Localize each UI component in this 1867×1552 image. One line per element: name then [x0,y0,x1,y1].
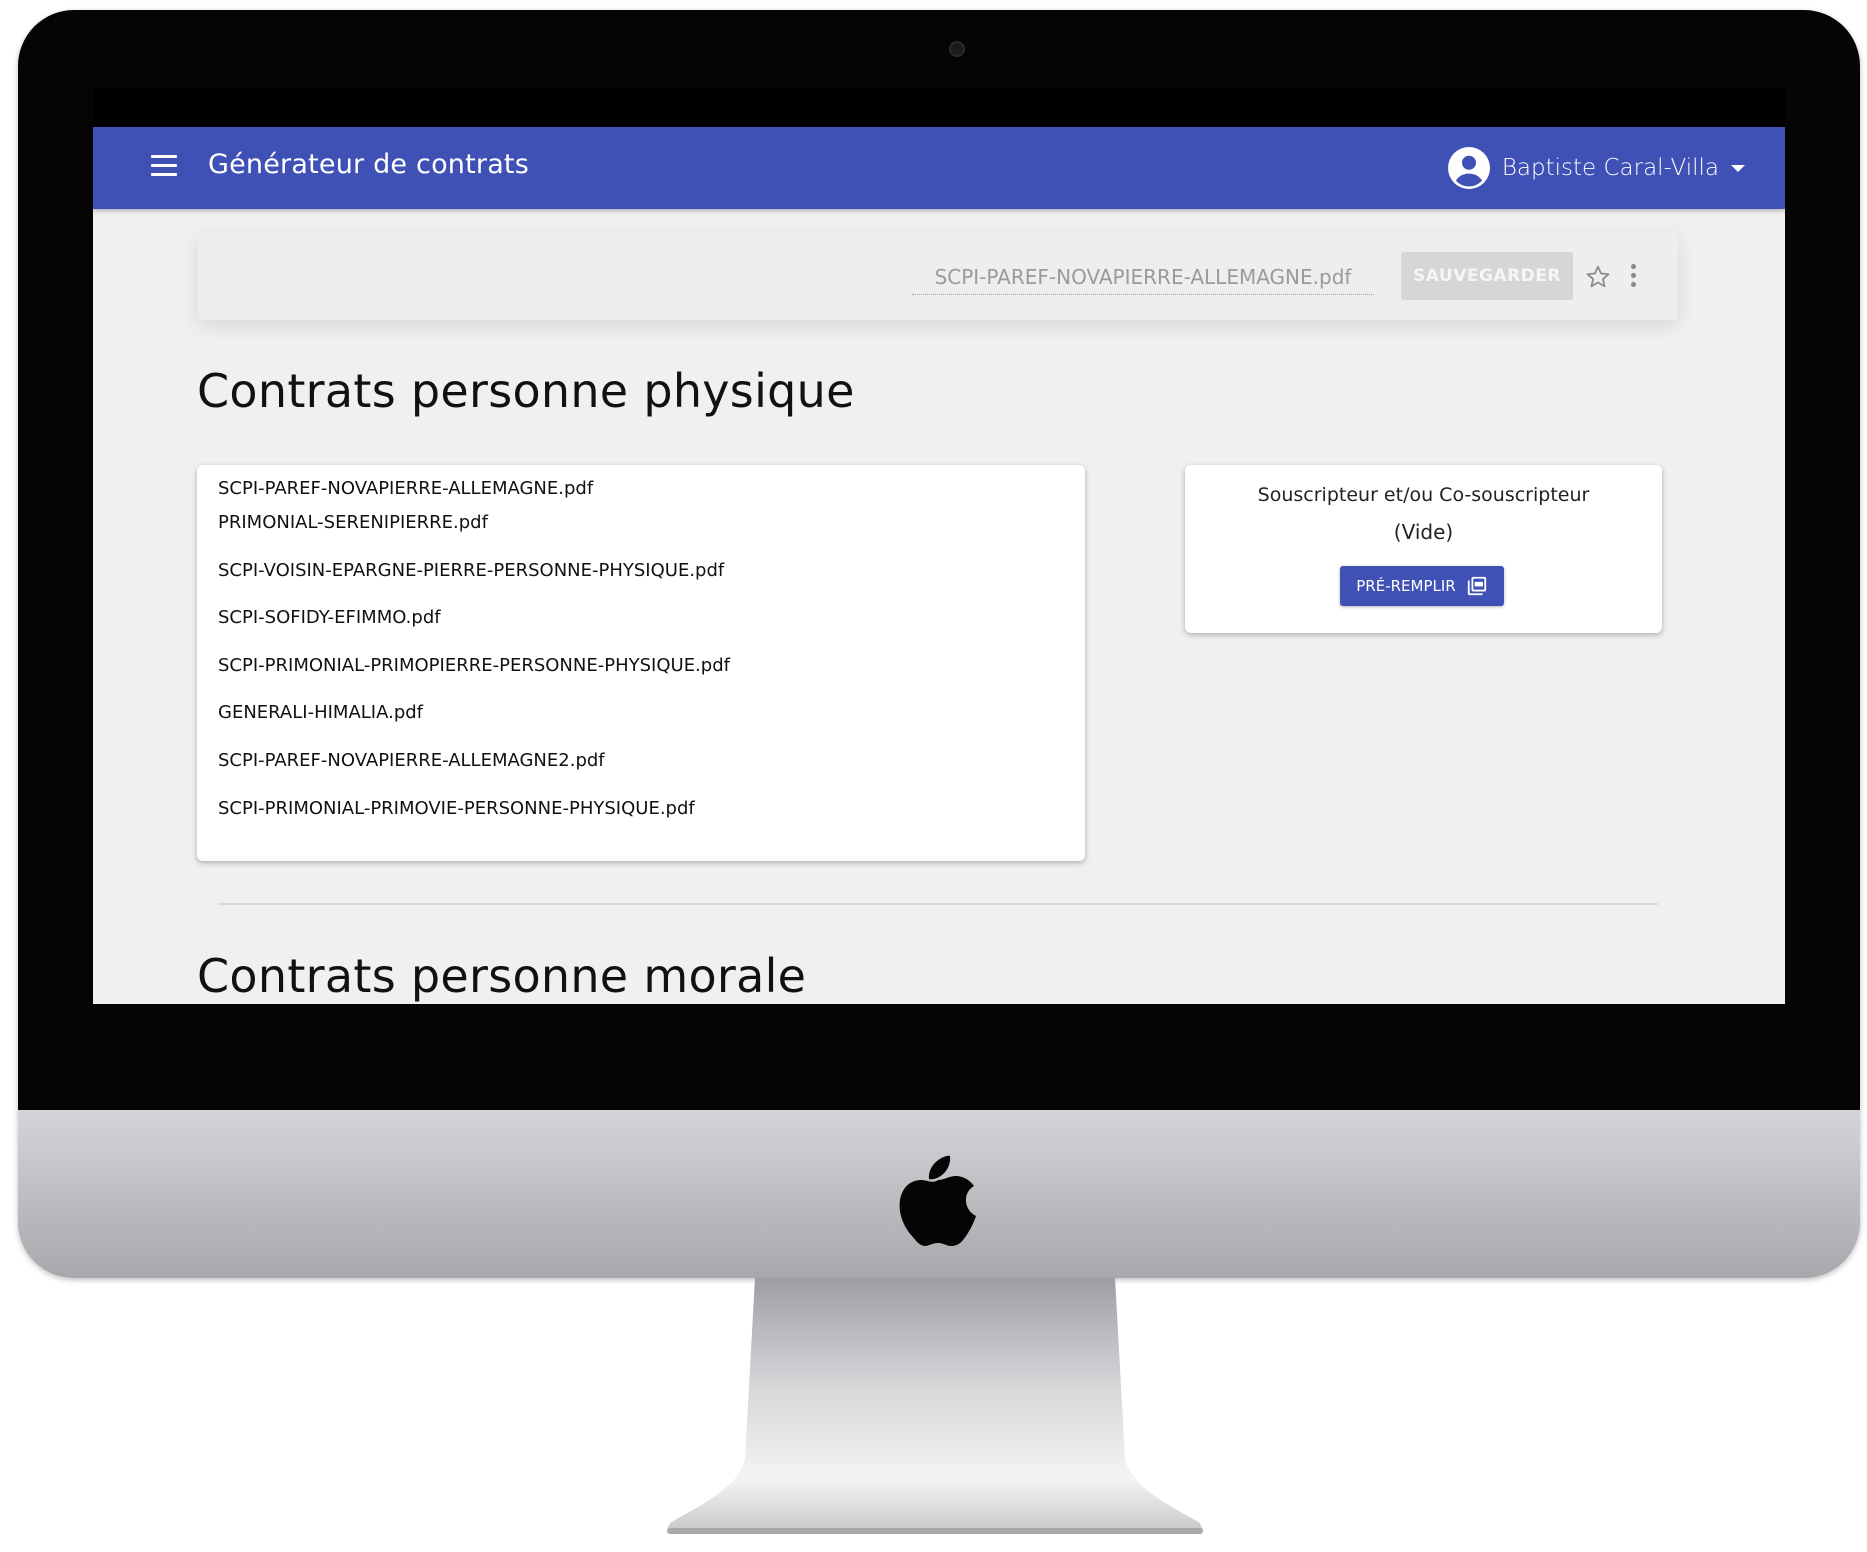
subscriber-card: Souscripteur et/ou Co-souscripteur (Vide… [1185,465,1662,633]
contract-item[interactable]: SCPI-PAREF-NOVAPIERRE-ALLEMAGNE.pdf [197,465,1085,499]
subscriber-status: (Vide) [1393,520,1454,544]
imac-stand [667,1278,1203,1534]
contract-list: SCPI-PAREF-NOVAPIERRE-ALLEMAGNE.pdf PRIM… [197,465,1085,861]
account-circle-icon [1447,147,1490,189]
filename-input[interactable] [912,260,1374,295]
section-divider [218,903,1658,905]
user-name: Baptiste Caral-Villa [1501,155,1719,181]
app-bar: Générateur de contrats Baptiste Caral-Vi… [93,127,1785,209]
user-menu[interactable]: Baptiste Caral-Villa [1447,145,1745,191]
contract-item[interactable]: PRIMONIAL-SERENIPIERRE.pdf [197,499,1085,547]
camera-icon [949,41,965,57]
document-toolbar: SAUVEGARDER [198,232,1678,320]
contract-item[interactable]: GENERALI-HIMALIA.pdf [197,689,1085,737]
screen-top-strip [93,88,1785,127]
contract-item[interactable]: SCPI-PRIMONIAL-PRIMOVIE-PERSONNE-PHYSIQU… [197,785,1085,833]
app-screen: Générateur de contrats Baptiste Caral-Vi… [93,127,1785,1004]
subscriber-title: Souscripteur et/ou Co-souscripteur [1257,484,1590,506]
picture-as-pdf-icon [1467,576,1486,596]
app-title: Générateur de contrats [208,149,529,180]
contract-item[interactable]: SCPI-PRIMONIAL-PRIMOPIERRE-PERSONNE-PHYS… [197,642,1085,690]
section-title-physique: Contrats personne physique [197,364,855,418]
contract-item[interactable]: SCPI-VOISIN-EPARGNE-PIERRE-PERSONNE-PHYS… [197,547,1085,595]
contract-item[interactable]: SCPI-PAREF-NOVAPIERRE-ALLEMAGNE2.pdf [197,737,1085,785]
prefill-button[interactable]: PRÉ-REMPLIR [1340,566,1504,606]
contract-item[interactable]: SCPI-SOFIDY-EFIMMO.pdf [197,594,1085,642]
menu-icon[interactable] [151,155,177,181]
more-vert-icon[interactable] [1628,264,1638,290]
imac-chin [18,1110,1860,1278]
save-button[interactable]: SAUVEGARDER [1401,252,1573,300]
star-outline-icon[interactable] [1585,264,1611,290]
prefill-label: PRÉ-REMPLIR [1356,577,1456,595]
apple-logo-icon [899,1155,976,1246]
section-title-morale: Contrats personne morale [197,949,807,1003]
caret-down-icon [1731,164,1745,172]
